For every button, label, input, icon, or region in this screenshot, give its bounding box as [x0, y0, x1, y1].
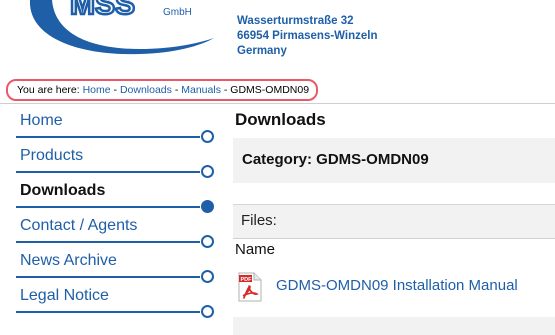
nav-underline — [16, 206, 200, 208]
breadcrumb-separator: - — [174, 84, 179, 96]
nav-item-label: Contact / Agents — [20, 217, 138, 234]
nav-underline — [16, 171, 200, 173]
files-label: Files: — [241, 212, 277, 229]
address-country: Germany — [237, 45, 287, 57]
breadcrumb-prefix: You are here: — [17, 84, 80, 96]
nav-underline — [16, 311, 200, 313]
nav-item-contact[interactable]: Contact / Agents — [0, 210, 230, 248]
category-title: Category: GDMS-OMDN09 — [242, 151, 429, 168]
breadcrumb-current: GDMS-OMDN09 — [230, 84, 310, 96]
page-title: Downloads — [235, 110, 326, 129]
company-logo[interactable]: MSS GmbH — [0, 0, 230, 68]
breadcrumb-link-downloads[interactable]: Downloads — [120, 84, 172, 96]
column-header-label: Name — [235, 241, 276, 258]
address-city: 66954 Pirmasens-Winzeln — [237, 30, 378, 42]
nav-underline — [16, 276, 200, 278]
nav-item-label: Legal Notice — [20, 287, 109, 304]
nav-item-downloads[interactable]: Downloads — [0, 175, 230, 213]
company-address: Wasserturmstraße 32 66954 Pirmasens-Winz… — [237, 14, 378, 59]
nav-item-label: Downloads — [20, 182, 106, 199]
nav-item-label: Home — [20, 112, 63, 129]
header-divider — [0, 103, 555, 104]
logo-suffix: GmbH — [163, 7, 192, 18]
nav-underline — [16, 136, 200, 138]
nav-item-home[interactable]: Home — [0, 105, 230, 143]
breadcrumb-separator: - — [113, 84, 118, 96]
nav-item-legal-notice[interactable]: Legal Notice — [0, 280, 230, 318]
pdf-icon-label: PDF — [241, 277, 253, 283]
nav-item-news-archive[interactable]: News Archive — [0, 245, 230, 283]
category-header: Category: GDMS-OMDN09 — [233, 138, 555, 183]
file-row[interactable]: PDF GDMS-OMDN09 Installation Manual — [233, 261, 555, 317]
logo-text: MSS — [70, 0, 135, 21]
pdf-icon: PDF — [238, 272, 262, 302]
nav-bullet-icon — [201, 305, 214, 318]
nav-item-label: Products — [20, 147, 84, 164]
address-street: Wasserturmstraße 32 — [237, 15, 354, 27]
file-download-link[interactable]: GDMS-OMDN09 Installation Manual — [276, 277, 518, 294]
breadcrumb-link-home[interactable]: Home — [83, 84, 111, 96]
column-header-name[interactable]: Name — [233, 238, 555, 262]
files-panel: Files: Name PDF GDMS-OMDN09 Installation… — [233, 204, 555, 335]
nav-item-label: News Archive — [20, 252, 117, 269]
breadcrumb-text: You are here: Home - Downloads - Manuals… — [17, 84, 309, 96]
nav-underline — [16, 241, 200, 243]
nav-item-products[interactable]: Products — [0, 140, 230, 178]
breadcrumb-separator: - — [223, 84, 228, 96]
breadcrumb: You are here: Home - Downloads - Manuals… — [6, 79, 318, 101]
breadcrumb-link-manuals[interactable]: Manuals — [181, 84, 221, 96]
